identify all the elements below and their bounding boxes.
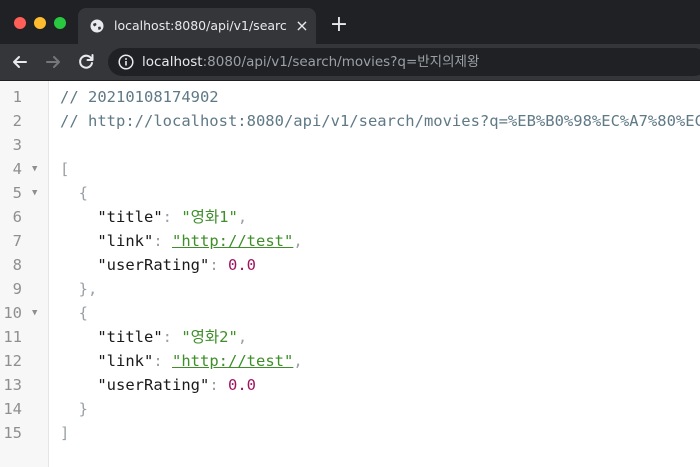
- line-number: 5: [12, 184, 22, 202]
- code-line: 9 },: [0, 277, 700, 301]
- url-path: :8080/api/v1/search/movies?q=반지의제왕: [202, 54, 480, 70]
- new-tab-button[interactable]: +: [326, 12, 352, 38]
- code-line: 11 "title": "영화2",: [0, 325, 700, 349]
- code-line: 3: [0, 133, 700, 157]
- json-link-value[interactable]: "http://test": [172, 232, 293, 250]
- code-line: 7 "link": "http://test",: [0, 229, 700, 253]
- tab-bar: localhost:8080/api/v1/search/movies?q=반지…: [0, 0, 700, 44]
- open-brace: {: [60, 184, 88, 202]
- line-number: 14: [3, 400, 22, 418]
- close-brace: }: [60, 400, 88, 418]
- json-string-value: "영화1": [181, 208, 238, 226]
- code-line: 14 }: [0, 397, 700, 421]
- code-line: 1 // 20210108174902: [0, 85, 700, 109]
- url-host: localhost: [142, 54, 203, 70]
- tab-title: localhost:8080/api/v1/search/movies?q=반지…: [114, 18, 286, 33]
- reload-icon[interactable]: [75, 51, 97, 73]
- json-key: "title": [97, 328, 163, 346]
- forward-arrow-icon[interactable]: [42, 51, 64, 73]
- json-entry: "link": "http://test",: [97, 352, 303, 370]
- globe-icon: [90, 19, 104, 33]
- line-number: 12: [3, 352, 22, 370]
- fullscreen-window-button[interactable]: [54, 17, 66, 29]
- open-bracket: [: [60, 160, 70, 178]
- line-number: 6: [12, 208, 22, 226]
- minimize-window-button[interactable]: [34, 17, 46, 29]
- line-number: 9: [12, 280, 22, 298]
- json-entry: "title": "영화1",: [97, 208, 248, 226]
- code-line: 6 "title": "영화1",: [0, 205, 700, 229]
- comment-url: // http://localhost:8080/api/v1/search/m…: [60, 112, 700, 130]
- fold-toggle-icon[interactable]: ▼: [32, 157, 37, 181]
- code-line: 4 ▼ [: [0, 157, 700, 181]
- code-line: 5 ▼ {: [0, 181, 700, 205]
- browser-toolbar: localhost:8080/api/v1/search/movies?q=반지…: [0, 44, 700, 81]
- json-entry: "link": "http://test",: [97, 232, 303, 250]
- back-arrow-icon[interactable]: [9, 51, 31, 73]
- comment-timestamp: // 20210108174902: [60, 88, 219, 106]
- line-number: 13: [3, 376, 22, 394]
- json-viewer: 1 // 20210108174902 2 // http://localhos…: [0, 81, 700, 467]
- code-line: 8 "userRating": 0.0: [0, 253, 700, 277]
- line-number: 8: [12, 256, 22, 274]
- code-line: 13 "userRating": 0.0: [0, 373, 700, 397]
- code-line: 15 ]: [0, 421, 700, 445]
- json-key: "userRating": [97, 256, 210, 274]
- fold-toggle-icon[interactable]: ▼: [32, 181, 37, 205]
- json-string-value: "영화2": [181, 328, 238, 346]
- json-key: "link": [97, 232, 154, 250]
- line-number: 4: [12, 160, 22, 178]
- line-number: 3: [12, 136, 22, 154]
- json-key: "userRating": [97, 376, 210, 394]
- json-entry: "userRating": 0.0: [97, 256, 256, 274]
- line-number: 7: [12, 232, 22, 250]
- address-bar[interactable]: localhost:8080/api/v1/search/movies?q=반지…: [108, 48, 700, 76]
- fold-toggle-icon[interactable]: ▼: [32, 301, 37, 325]
- line-number: 11: [3, 328, 22, 346]
- json-key: "link": [97, 352, 154, 370]
- tab-close-icon[interactable]: ×: [292, 16, 312, 36]
- code-line: 2 // http://localhost:8080/api/v1/search…: [0, 109, 700, 133]
- json-entry: "title": "영화2",: [97, 328, 248, 346]
- json-number-value: 0.0: [227, 376, 256, 394]
- close-brace: },: [60, 280, 98, 298]
- code-line: 10 ▼ {: [0, 301, 700, 325]
- line-number: 10: [3, 304, 22, 322]
- active-tab[interactable]: localhost:8080/api/v1/search/movies?q=반지…: [78, 8, 316, 44]
- line-number: 2: [12, 112, 22, 130]
- json-link-value[interactable]: "http://test": [172, 352, 293, 370]
- url-text[interactable]: localhost:8080/api/v1/search/movies?q=반지…: [142, 52, 692, 72]
- open-brace: {: [60, 304, 88, 322]
- close-window-button[interactable]: [14, 17, 26, 29]
- info-icon[interactable]: [118, 54, 134, 70]
- json-number-value: 0.0: [227, 256, 256, 274]
- json-entry: "userRating": 0.0: [97, 376, 256, 394]
- line-number: 1: [12, 88, 22, 106]
- code-line: 12 "link": "http://test",: [0, 349, 700, 373]
- close-bracket: ]: [60, 424, 70, 442]
- json-key: "title": [97, 208, 163, 226]
- line-number: 15: [3, 424, 22, 442]
